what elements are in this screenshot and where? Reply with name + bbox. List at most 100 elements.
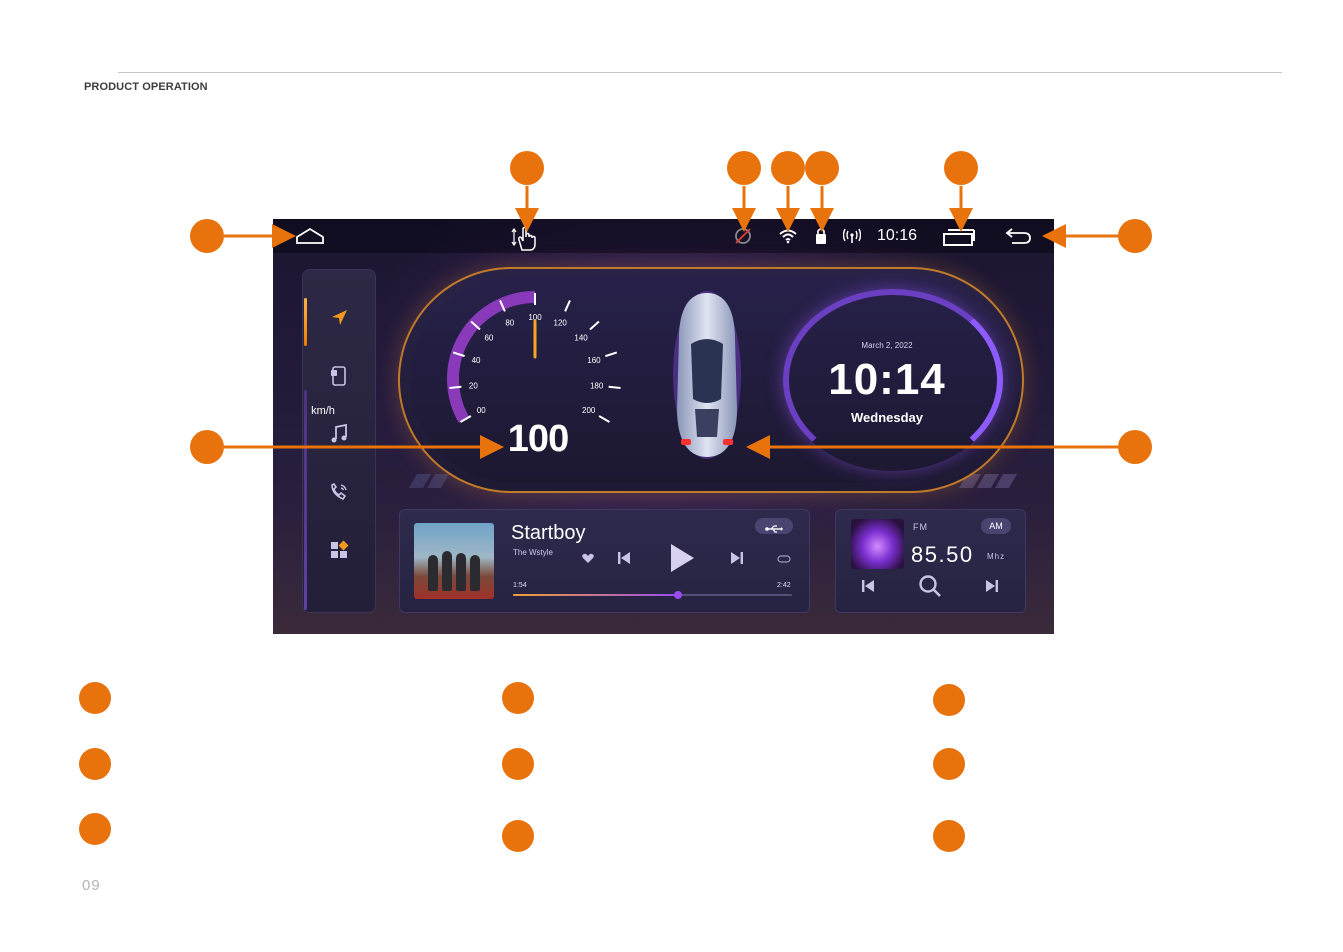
gauge-tick-label: 140	[574, 334, 588, 343]
gauge-tick	[589, 320, 600, 331]
gauge-tick-label: 00	[477, 406, 486, 415]
apps-icon	[329, 540, 349, 565]
callout-marker	[771, 151, 805, 185]
gesture-icon[interactable]	[510, 224, 544, 257]
search-icon	[918, 574, 942, 603]
sidebar-item-navigation[interactable]	[327, 308, 351, 332]
speed-value: 100	[507, 418, 569, 460]
radio-frequency: 85.50	[911, 542, 974, 567]
radio-frequency-unit: Mhz	[987, 552, 1006, 561]
album-art	[414, 523, 494, 599]
band-switch-button[interactable]: AM	[981, 518, 1011, 534]
decor-stripes-right	[958, 474, 1018, 488]
legend-marker	[502, 682, 534, 714]
clock-time: 10:14	[828, 355, 946, 404]
head-unit-screen: 10:16 00 20 40 60 80 100 120 140 160 180…	[273, 219, 1054, 634]
heart-icon	[582, 551, 594, 569]
song-artist: The Wstyle	[513, 548, 554, 557]
decor-stripes-left	[408, 474, 450, 488]
gauge-tick	[598, 415, 610, 423]
speed-arc	[447, 291, 536, 423]
page-number: 09	[82, 877, 101, 894]
album-figure	[470, 555, 480, 591]
gps-off-icon	[733, 227, 753, 250]
legend-marker	[502, 748, 534, 780]
callout-marker	[805, 151, 839, 185]
sidebar-active-indicator	[304, 298, 307, 346]
speed-unit: km/h	[311, 405, 335, 417]
media-player-card[interactable]: Startboy The Wstyle 1:54 2:42	[399, 509, 810, 613]
status-time: 10:16	[877, 227, 918, 244]
usb-icon	[765, 521, 783, 539]
callout-marker	[727, 151, 761, 185]
music-icon	[330, 423, 348, 449]
sidebar-item-music[interactable]	[327, 423, 351, 449]
status-bar: 10:16	[273, 219, 1054, 253]
gauge-tick	[605, 351, 618, 358]
clock-day: Wednesday	[850, 410, 923, 425]
callout-marker	[1118, 430, 1152, 464]
playback-progress-track[interactable]	[513, 591, 792, 599]
playback-progress-knob[interactable]	[673, 591, 682, 599]
navigation-icon	[330, 309, 348, 332]
play-button[interactable]	[666, 543, 698, 576]
legend-marker	[933, 748, 965, 780]
legend-marker	[502, 820, 534, 852]
callout-marker	[190, 430, 224, 464]
song-title: Startboy	[511, 522, 586, 544]
recent-apps-icon[interactable]	[942, 228, 976, 251]
phone-link-icon	[330, 365, 348, 392]
sidebar-item-calls[interactable]	[327, 482, 351, 506]
car-image	[673, 291, 741, 459]
total-time: 2:42	[777, 582, 791, 589]
radio-band: FM	[913, 522, 928, 532]
legend-marker	[79, 682, 111, 714]
favorite-button[interactable]	[580, 552, 596, 568]
dashboard-cluster: 00 20 40 60 80 100 120 140 160 180 200 km/h 100 Ma…	[311, 267, 1024, 493]
next-icon	[985, 579, 999, 598]
back-icon[interactable]	[1004, 227, 1032, 250]
legend-marker	[79, 748, 111, 780]
home-icon[interactable]	[295, 227, 325, 250]
gauge-tick	[564, 300, 571, 312]
gauge-tick-label: 80	[505, 318, 514, 327]
gauge-tick-label: 160	[587, 356, 601, 365]
previous-track-button[interactable]	[614, 550, 634, 570]
next-track-button[interactable]	[727, 550, 747, 570]
album-figure	[442, 551, 452, 591]
clock-date: March 2, 2022	[861, 341, 913, 350]
sidebar-item-apps[interactable]	[327, 540, 351, 564]
next-icon	[730, 551, 744, 570]
repeat-icon	[777, 551, 791, 569]
playback-progress-fill	[513, 594, 678, 596]
radio-art	[851, 519, 904, 569]
repeat-button[interactable]	[775, 552, 793, 568]
app-sidebar	[302, 269, 376, 613]
sidebar-item-phone-link[interactable]	[327, 365, 351, 392]
callout-marker	[190, 219, 224, 253]
album-figure	[456, 553, 466, 591]
gauge-tick	[449, 385, 462, 389]
usb-lock-icon	[815, 227, 827, 250]
radio-search-button[interactable]	[916, 574, 944, 602]
radio-seek-forward-button[interactable]	[982, 578, 1002, 598]
usb-source-button[interactable]	[755, 518, 793, 534]
gauge-tick-label: 180	[590, 381, 604, 390]
gauge-tick-label: 40	[472, 356, 481, 365]
signal-icon	[842, 228, 862, 249]
section-title: PRODUCT OPERATION	[84, 81, 208, 93]
elapsed-time: 1:54	[513, 582, 527, 589]
radio-seek-back-button[interactable]	[858, 578, 878, 598]
radio-card[interactable]: FM AM 85.50 Mhz	[835, 509, 1026, 613]
callout-marker	[1118, 219, 1152, 253]
album-figure	[428, 555, 438, 591]
gauge-tick-label: 20	[469, 381, 478, 390]
header-rule	[118, 72, 1282, 73]
prev-icon	[617, 551, 631, 570]
sidebar-scroll-track	[304, 390, 307, 610]
wifi-icon	[778, 228, 798, 249]
gauge-tick-label: 120	[554, 318, 568, 327]
legend-marker	[933, 684, 965, 716]
gauge-tick	[608, 385, 621, 389]
legend-marker	[933, 820, 965, 852]
